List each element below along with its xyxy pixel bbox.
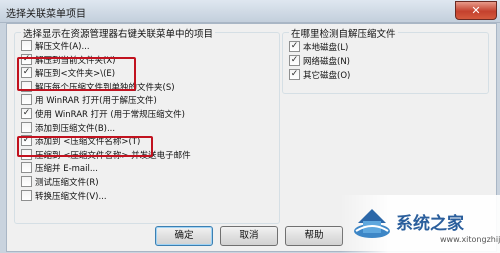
checkbox-label: 其它磁盘(O) bbox=[303, 71, 351, 81]
checkbox-label: 本地磁盘(L) bbox=[303, 43, 349, 53]
checkbox[interactable] bbox=[21, 176, 32, 187]
checkbox-label: 解压文件(A)... bbox=[35, 42, 90, 52]
watermark-text: 系统之家 bbox=[396, 214, 464, 234]
ok-button[interactable]: 确定 bbox=[155, 226, 213, 246]
checkbox[interactable] bbox=[21, 189, 32, 201]
watermark-url: www.xitongzhijia.net bbox=[440, 235, 500, 244]
checkbox[interactable]: ✓ bbox=[289, 41, 300, 52]
checkbox-label: 网络磁盘(N) bbox=[303, 57, 350, 67]
checkbox[interactable] bbox=[21, 121, 32, 133]
window-title: 选择关联菜单项目 bbox=[6, 9, 86, 20]
sfx-detection-group: 在哪里检测自解压缩文件 ✓ 本地磁盘(L) ✓ 网络磁盘(N) ✓ 其它磁盘(O) bbox=[282, 26, 489, 94]
highlight-box bbox=[17, 57, 136, 91]
close-icon: ✕ bbox=[471, 4, 481, 17]
checkbox-label: 转换压缩文件(V)... bbox=[35, 191, 107, 202]
checkbox-label: 用 WinRAR 打开(用于解压文件) bbox=[35, 96, 157, 107]
close-button[interactable]: ✕ bbox=[455, 1, 497, 20]
watermark: 系统之家 www.xitongzhijia.net bbox=[340, 195, 500, 253]
checkbox[interactable]: ✓ bbox=[289, 69, 300, 80]
checkbox[interactable] bbox=[21, 94, 32, 106]
help-button[interactable]: 帮助 bbox=[285, 226, 343, 246]
cancel-button[interactable]: 取消 bbox=[220, 226, 278, 246]
group-title: 在哪里检测自解压缩文件 bbox=[289, 26, 398, 40]
checkbox[interactable] bbox=[21, 162, 32, 174]
group-title: 选择显示在资源管理器右键关联菜单中的项目 bbox=[21, 26, 216, 40]
checkbox-label: 使用 WinRAR 打开 (用于常规压缩文件) bbox=[35, 110, 185, 120]
checkbox[interactable]: ✓ bbox=[289, 55, 300, 66]
title-bar: 选择关联菜单项目 ✕ bbox=[0, 0, 500, 23]
house-logo-icon bbox=[354, 209, 390, 238]
checkbox-label: 测试压缩文件(R) bbox=[35, 178, 99, 188]
checkbox[interactable]: ✓ bbox=[21, 108, 32, 119]
checkbox[interactable] bbox=[21, 40, 32, 51]
checkbox-label: 压缩并 E-mail... bbox=[35, 164, 98, 175]
checkbox-label: 添加到压缩文件(B)... bbox=[35, 123, 116, 134]
highlight-box bbox=[17, 136, 153, 157]
